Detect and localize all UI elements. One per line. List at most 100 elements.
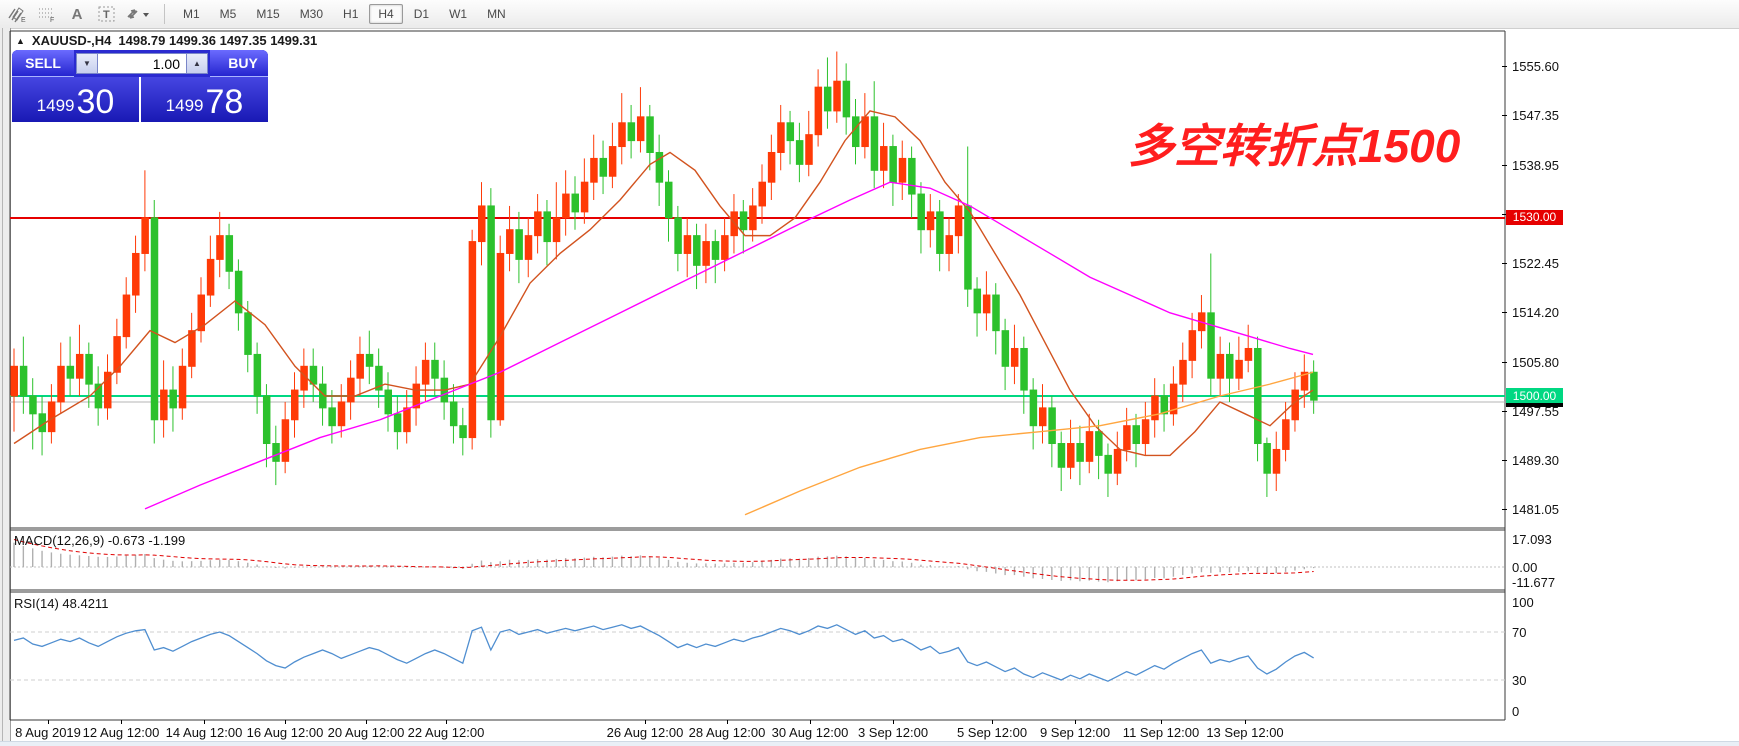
candle (133, 253, 140, 295)
candle (609, 147, 616, 177)
macd-axis-label: -11.677 (1512, 575, 1555, 590)
candle (385, 390, 392, 414)
candle (619, 123, 626, 147)
candle (58, 366, 65, 402)
rsi-axis-label: 70 (1512, 625, 1526, 640)
candle (226, 236, 233, 272)
candle (507, 230, 514, 254)
candle (881, 147, 888, 171)
buy-button[interactable]: BUY (210, 50, 268, 77)
candle (1227, 354, 1234, 378)
macd-signal-line (14, 539, 1314, 580)
ma-line (745, 372, 1313, 515)
volume-increase-button[interactable]: ▲ (186, 53, 208, 74)
time-axis-tick (727, 720, 728, 724)
candle (834, 81, 841, 111)
panel-collapse-icon[interactable]: ▲ (16, 36, 25, 46)
candle (535, 212, 542, 236)
time-axis-tick (893, 720, 894, 724)
candle (1311, 372, 1318, 400)
sell-button[interactable]: SELL (12, 50, 74, 77)
candle (516, 230, 523, 260)
price-axis-label: 1481.05 (1512, 502, 1559, 517)
candle (787, 123, 794, 141)
time-axis-label: 22 Aug 12:00 (408, 725, 485, 740)
time-axis-label: 20 Aug 12:00 (328, 725, 405, 740)
time-axis-label: 3 Sep 12:00 (858, 725, 928, 740)
candle (1011, 348, 1018, 366)
candle (675, 218, 682, 254)
candle (722, 236, 729, 260)
candle (245, 313, 252, 355)
candle (1245, 348, 1252, 360)
time-axis-tick (446, 720, 447, 724)
price-axis-label: 1514.20 (1512, 305, 1559, 320)
candle (1292, 390, 1299, 420)
candle (1124, 426, 1131, 450)
candle (151, 218, 158, 420)
candle (1217, 354, 1224, 378)
price-axis-tick (1502, 115, 1507, 116)
candle (909, 158, 916, 194)
buy-price-display[interactable]: 1499 78 (141, 77, 268, 122)
volume-decrease-button[interactable]: ▼ (76, 53, 98, 74)
macd-axis-label: 0.00 (1512, 560, 1537, 575)
candle (806, 135, 813, 165)
candle (479, 206, 486, 242)
sell-price-small: 1499 (37, 93, 75, 119)
candle (862, 117, 869, 147)
hline-price-label: 1530.00 (1506, 210, 1563, 225)
candle (338, 402, 345, 426)
price-axis-label: 1522.45 (1512, 256, 1559, 271)
candle (703, 242, 710, 266)
candle (1114, 449, 1121, 473)
candle (263, 396, 270, 444)
candle (422, 360, 429, 384)
candle (684, 236, 691, 254)
time-axis-tick (810, 720, 811, 724)
candle (273, 444, 280, 462)
candle (1264, 444, 1271, 474)
candle (292, 390, 299, 420)
rsi-indicator-label: RSI(14) 48.4211 (14, 596, 108, 611)
candle (955, 206, 962, 236)
candle (712, 242, 719, 260)
candle (1180, 360, 1187, 384)
candle (666, 182, 673, 218)
candle (432, 360, 439, 378)
candle (217, 236, 224, 260)
candle (142, 218, 149, 254)
candle (843, 81, 850, 117)
time-axis-tick (204, 720, 205, 724)
time-axis-label: 14 Aug 12:00 (166, 725, 243, 740)
candle (1030, 390, 1037, 426)
candle (759, 182, 766, 206)
candle (1096, 432, 1103, 456)
candle (974, 289, 981, 313)
macd-indicator-label: MACD(12,26,9) -0.673 -1.199 (14, 533, 185, 548)
candle (591, 158, 598, 182)
candle (778, 123, 785, 153)
candle (899, 158, 906, 182)
time-axis-label: 9 Sep 12:00 (1040, 725, 1110, 740)
candle (488, 206, 495, 420)
time-axis-tick (285, 720, 286, 724)
sell-price-display[interactable]: 1499 30 (12, 77, 139, 122)
candle (450, 402, 457, 426)
candle (30, 396, 37, 414)
time-axis-label: 8 Aug 2019 (15, 725, 81, 740)
volume-input[interactable] (98, 53, 186, 74)
macd-pane (10, 539, 1505, 582)
candle (254, 354, 261, 396)
candle (235, 271, 242, 313)
candle (993, 295, 1000, 331)
price-axis-tick (1502, 312, 1507, 313)
candle (1189, 331, 1196, 361)
candle (824, 87, 831, 111)
candle (740, 212, 747, 230)
candle (161, 390, 168, 420)
candle (525, 236, 532, 260)
macd-axis-label: 17.093 (1512, 532, 1552, 547)
price-axis-tick (1502, 460, 1507, 461)
candle (20, 366, 27, 396)
